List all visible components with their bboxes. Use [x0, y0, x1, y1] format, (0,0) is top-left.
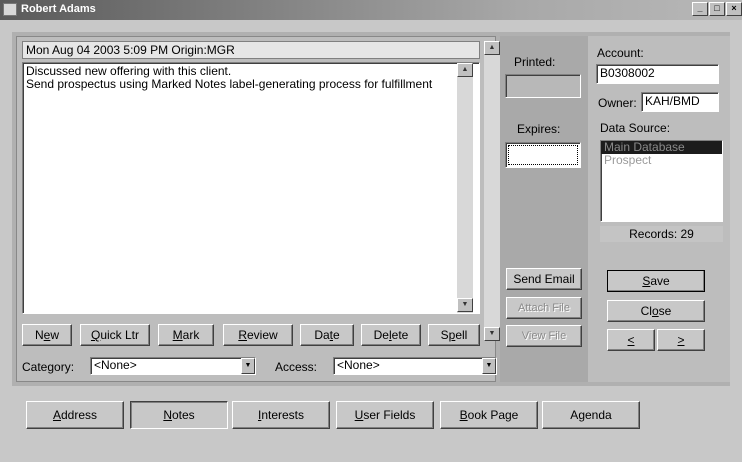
notes-list-scrollbar[interactable]: ▲ ▼ [484, 41, 500, 341]
owner-field[interactable]: KAH/BMD [641, 92, 719, 112]
delete-button[interactable]: Delete [361, 324, 421, 346]
send-email-button[interactable]: Send Email [506, 268, 582, 290]
printed-label: Printed: [514, 55, 556, 69]
scroll-up-arrow-icon[interactable]: ▲ [457, 63, 473, 77]
tab-notes[interactable]: Notes [130, 401, 228, 429]
date-button[interactable]: Date [300, 324, 354, 346]
mark-button[interactable]: Mark [158, 324, 214, 346]
app-icon [3, 3, 17, 16]
note-header: Mon Aug 04 2003 5:09 PM Origin:MGR [22, 41, 480, 59]
records-count: Records: 29 [600, 226, 723, 242]
owner-label: Owner: [598, 96, 637, 110]
tab-interests[interactable]: Interests [232, 401, 330, 429]
data-source-list[interactable]: Main Database Prospect [600, 140, 723, 222]
chevron-down-icon[interactable]: ▼ [241, 358, 255, 374]
previous-record-button[interactable]: < [607, 329, 655, 351]
note-text-area[interactable]: Discussed new offering with this client.… [22, 62, 480, 314]
scroll-down-arrow-icon[interactable]: ▼ [484, 327, 500, 341]
access-value: <None> [337, 358, 380, 372]
close-button[interactable]: Close [607, 300, 705, 322]
list-item[interactable]: Prospect [601, 154, 722, 167]
access-label: Access: [275, 360, 318, 374]
tab-address[interactable]: Address [26, 401, 124, 429]
expires-field[interactable] [505, 142, 581, 168]
category-value: <None> [94, 358, 137, 372]
access-select[interactable]: <None> ▼ [333, 357, 497, 375]
category-select[interactable]: <None> ▼ [90, 357, 256, 375]
title-bar: Robert Adams _ □ × [0, 0, 742, 20]
expires-label: Expires: [517, 122, 561, 136]
close-window-button[interactable]: × [726, 2, 742, 16]
note-text-scrollbar[interactable]: ▲ ▼ [457, 63, 473, 313]
maximize-button[interactable]: □ [709, 2, 725, 16]
printed-field [505, 74, 581, 98]
view-file-button[interactable]: View File [506, 325, 582, 347]
spell-button[interactable]: Spell [428, 324, 480, 346]
window-title: Robert Adams [21, 3, 96, 15]
quick-letter-button[interactable]: Quick Ltr [80, 324, 150, 346]
next-record-button[interactable]: > [657, 329, 705, 351]
account-label: Account: [597, 46, 644, 60]
minimize-button[interactable]: _ [692, 2, 708, 16]
chevron-down-icon[interactable]: ▼ [482, 358, 496, 374]
new-note-button[interactable]: New [22, 324, 72, 346]
attach-file-button[interactable]: Attach File [506, 297, 582, 319]
tab-agenda[interactable]: Agenda [542, 401, 640, 429]
save-button[interactable]: Save [607, 270, 705, 292]
tab-book-page[interactable]: Book Page [440, 401, 538, 429]
category-label: Category: [22, 360, 75, 374]
contact-window: Robert Adams _ □ × Mon Aug 04 2003 5:09 … [0, 0, 742, 462]
review-button[interactable]: Review [223, 324, 293, 346]
tab-user-fields[interactable]: User Fields [336, 401, 434, 429]
data-source-label: Data Source: [600, 121, 671, 135]
scroll-down-arrow-icon[interactable]: ▼ [457, 298, 473, 312]
account-field[interactable]: B0308002 [596, 64, 719, 84]
scroll-up-arrow-icon[interactable]: ▲ [484, 41, 500, 55]
